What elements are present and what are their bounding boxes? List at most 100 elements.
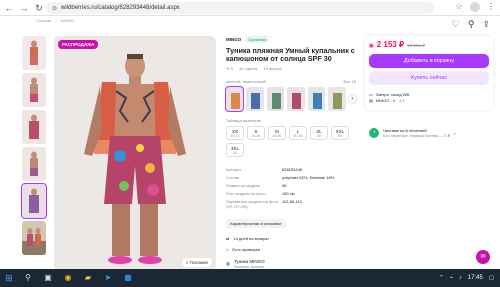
taskbar: ⊞ ⚲ ▣ ◉ ▰ ➤ ▦ ⌃ ⌁ ♪ 17:45 ▢ xyxy=(0,269,500,287)
rating-value: 5 xyxy=(230,66,233,71)
thumbnail[interactable] xyxy=(22,221,46,255)
thumbnail[interactable] xyxy=(22,73,46,107)
volume-icon[interactable]: ♪ xyxy=(459,275,462,281)
similar-icon: ⌕ xyxy=(185,260,189,265)
bookmark-star-icon[interactable]: ☆ xyxy=(454,2,464,12)
spec-row: Размер на модели 56 xyxy=(226,183,356,188)
product-specs: Артикул 828293448 Состав polyester 82%; El… xyxy=(226,167,356,209)
color-swatch[interactable] xyxy=(246,87,264,111)
similar-button[interactable]: ⌕ Похожие xyxy=(181,258,212,267)
color-swatch[interactable] xyxy=(307,87,326,111)
size-option[interactable]: M 48-50 xyxy=(268,126,286,140)
buy-now-button[interactable]: Купить сейчас xyxy=(369,71,489,85)
spec-value[interactable]: 828293448 xyxy=(282,167,302,172)
windows-start-icon[interactable]: ⊞ xyxy=(0,269,18,287)
spec-value: 110-80-110 xyxy=(282,199,302,204)
color-label: желтый, темно-синий xyxy=(226,79,266,84)
thumbnail[interactable] xyxy=(22,147,46,181)
color-swatch[interactable] xyxy=(224,86,245,112)
size-option[interactable]: XL 56 xyxy=(310,126,328,140)
browser-toolbar: ← → ↻ ⊜ wildberries.ru/catalog/828293448… xyxy=(0,0,500,16)
shop-icon: ▤ xyxy=(369,98,373,103)
star-icon: ★ xyxy=(392,98,396,103)
back-button[interactable]: ← xyxy=(3,2,15,14)
share-icon[interactable]: ⇪ xyxy=(482,19,490,30)
seller-link[interactable]: MINGO xyxy=(376,98,390,103)
favorite-icon[interactable]: ♡ xyxy=(452,19,460,30)
questions-link[interactable]: 19 вопрос xyxy=(263,66,281,71)
size-table-link[interactable]: Таблица размеров xyxy=(226,118,356,123)
spec-row: Артикул 828293448 xyxy=(226,167,356,172)
size-option[interactable]: 3XL 60 xyxy=(226,143,244,157)
file-explorer-icon[interactable]: ▰ xyxy=(80,270,96,286)
telegram-icon[interactable]: ➤ xyxy=(100,270,116,286)
hanger-icon: ⌂ xyxy=(226,247,229,252)
color-swatch[interactable] xyxy=(266,87,285,111)
size-range: 58 xyxy=(338,134,342,138)
fitting-info: ⌂ Есть примерка xyxy=(226,247,356,252)
size-option[interactable]: XXL 58 xyxy=(331,126,349,140)
spec-key: Размер на модели xyxy=(226,183,261,188)
size-range: 56 xyxy=(317,134,321,138)
breadcrumb-separator: › xyxy=(55,18,57,23)
search-icon[interactable]: ⚲ xyxy=(20,270,36,286)
similar-label: Похожие xyxy=(189,260,208,265)
fitting-text: Есть примерка xyxy=(232,247,260,252)
url-text: wildberries.ru/catalog/828293448/detail.… xyxy=(61,5,180,11)
main-product-photo[interactable]: РАСПРОДАЖА ⌕ Похожие xyxy=(54,36,216,269)
task-view-icon[interactable]: ▣ xyxy=(40,270,56,286)
installments-banner[interactable]: ◔ Частями на 8 платежей Без переплат, пе… xyxy=(365,124,493,142)
thumbnail[interactable] xyxy=(22,36,46,70)
chrome-icon[interactable]: ◉ xyxy=(60,270,76,286)
spec-row: Параметры модели на фото (ОГ-ОТ-ОБ) 110-8… xyxy=(226,199,356,209)
site-info-icon[interactable]: ⊜ xyxy=(52,5,57,12)
chevron-right-icon: › xyxy=(454,130,456,136)
size-option[interactable]: XS 40-42 xyxy=(226,126,244,140)
profile-avatar[interactable] xyxy=(470,2,480,12)
size-range: 50-54 xyxy=(293,134,303,138)
link-icon[interactable]: ⚲ xyxy=(468,19,475,30)
add-to-cart-button[interactable]: Добавить в корзину xyxy=(369,54,489,68)
size-range: 60 xyxy=(233,151,237,155)
photoshop-icon[interactable]: ▦ xyxy=(120,270,136,286)
reload-button[interactable]: ↻ xyxy=(33,2,45,14)
star-icon: ★ xyxy=(226,66,230,71)
forward-button[interactable]: → xyxy=(18,2,30,14)
size-range: 40-42 xyxy=(230,134,240,138)
size-range: 44-46 xyxy=(251,134,261,138)
spec-value: polyester 82%; Elastane 18% xyxy=(282,175,335,180)
notifications-icon[interactable]: ▢ xyxy=(489,275,494,281)
product-title: Туника пляжная Умный купальник с капюшон… xyxy=(226,46,355,63)
thumbnail[interactable] xyxy=(22,110,46,144)
return-icon: ⇄ xyxy=(226,236,230,241)
tray-up-icon[interactable]: ⌃ xyxy=(439,275,444,281)
brand-link[interactable]: MINGO xyxy=(226,37,241,42)
seller-card[interactable]: ◍ Туники MINGO Бизнесе Архива xyxy=(226,259,426,269)
network-icon[interactable]: ⌁ xyxy=(450,275,453,281)
all-colors-link[interactable]: Все 16 xyxy=(344,79,356,84)
chevron-right-icon[interactable]: › xyxy=(348,95,356,103)
size-option[interactable]: L 50-54 xyxy=(289,126,307,140)
spec-key: Рост модели на фото xyxy=(226,191,266,196)
characteristics-button[interactable]: Характеристики и описание xyxy=(226,219,286,228)
color-swatch[interactable] xyxy=(328,87,346,111)
seller-rating: 4,9 xyxy=(398,98,405,103)
breadcrumb-home[interactable]: Главная xyxy=(36,18,51,23)
color-swatches: › xyxy=(224,86,356,112)
thumbnail-selected[interactable] xyxy=(21,183,47,219)
reviews-link[interactable]: 40 оценок xyxy=(239,66,257,71)
breadcrumb-brand[interactable]: MINGO xyxy=(61,18,75,23)
spec-key: Параметры модели на фото (ОГ-ОТ-ОБ) xyxy=(226,199,279,209)
color-swatch[interactable] xyxy=(287,87,305,111)
spec-key: Состав xyxy=(226,175,240,180)
size-option[interactable]: S 44-46 xyxy=(247,126,265,140)
delivery-text: Завтра, склад WB xyxy=(375,92,410,97)
address-bar[interactable]: ⊜ wildberries.ru/catalog/828293448/detai… xyxy=(46,2,434,14)
size-range: 48-50 xyxy=(272,134,282,138)
chat-icon[interactable]: ✉ xyxy=(476,250,490,264)
menu-icon[interactable]: ⋮ xyxy=(486,2,496,12)
return-text: 14 дней на возврат xyxy=(233,236,269,241)
clock[interactable]: 17:45 xyxy=(468,275,483,281)
delivery-icon: ▭ xyxy=(369,92,373,97)
return-info: ⇄ 14 дней на возврат xyxy=(226,236,356,241)
